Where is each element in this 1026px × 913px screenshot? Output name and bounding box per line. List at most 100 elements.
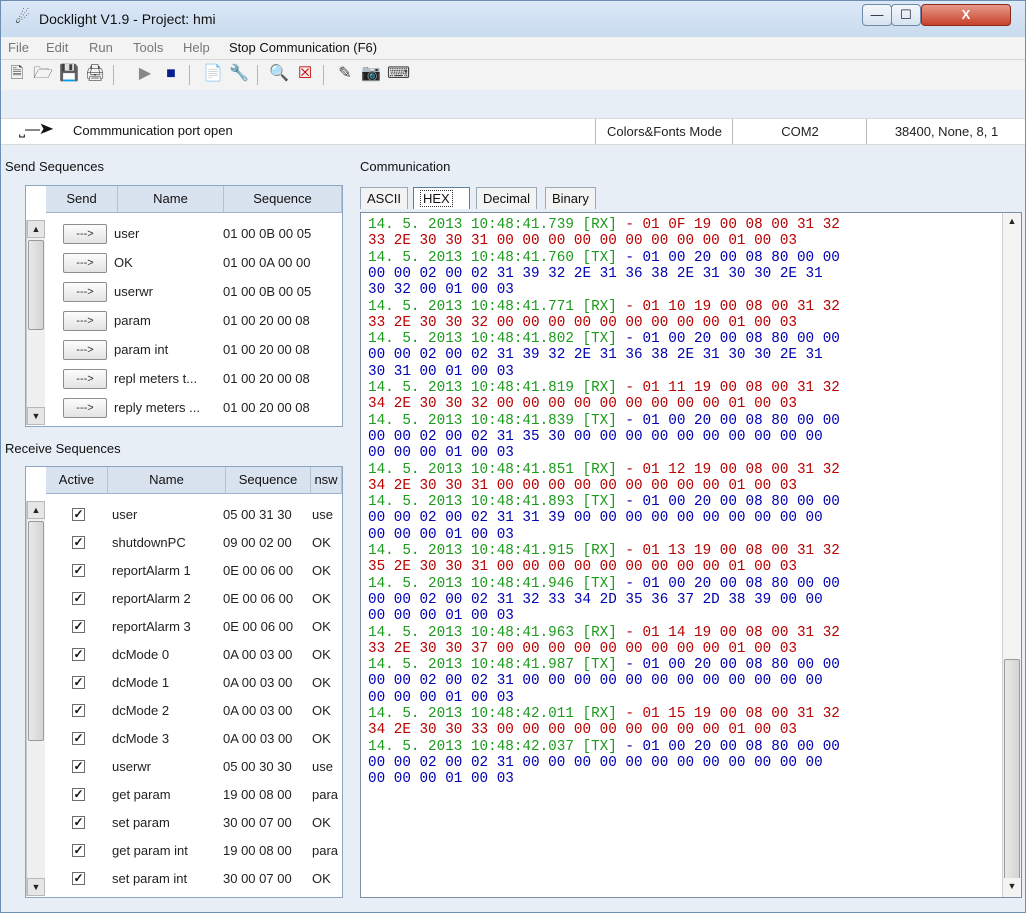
tab-ascii[interactable]: ASCII <box>360 187 408 209</box>
clear-icon[interactable]: ☒ <box>295 64 315 84</box>
edit-icon[interactable]: ✎ <box>335 64 355 84</box>
receive-sequence-value: 30 00 07 00 <box>223 815 292 830</box>
log-line: 00 00 00 01 00 03 <box>368 689 514 706</box>
send-button[interactable]: ---> <box>63 340 107 360</box>
menu-tools[interactable]: Tools <box>133 40 163 55</box>
log-timestamp: 14. 5. 2013 10:48:41.963 [RX] <box>368 624 617 641</box>
receive-sequence-name: dcMode 1 <box>112 675 170 690</box>
wrench-icon[interactable]: 🔧 <box>229 64 249 84</box>
log-line: 00 00 00 01 00 03 <box>368 445 514 462</box>
new-file-icon[interactable]: 🗎 <box>7 64 27 84</box>
menu-run[interactable]: Run <box>89 40 113 55</box>
active-column-header[interactable]: Active <box>46 467 108 494</box>
answer-column-header[interactable]: nsw <box>311 467 342 494</box>
hex-communication-log[interactable]: 14. 5. 2013 10:48:41.739 [RX] - 01 0F 19… <box>360 212 1022 898</box>
log-line: 14. 5. 2013 10:48:41.946 [TX] - 01 00 20… <box>368 576 840 592</box>
receive-answer: OK <box>312 675 331 690</box>
minimize-button[interactable]: — <box>862 4 892 26</box>
active-checkbox[interactable]: ✓ <box>72 704 85 717</box>
send-column-header[interactable]: Send <box>46 186 118 213</box>
docklight-app-icon[interactable]: ☄ <box>15 9 33 27</box>
receive-sequence-row: ✓ reportAlarm 3 0E 00 06 00 OK <box>26 613 341 641</box>
receive-sequence-name: shutdownPC <box>112 535 186 550</box>
maximize-button[interactable]: ☐ <box>891 4 921 26</box>
sequence-column-header[interactable]: Sequence <box>224 186 342 213</box>
send-sequence-name: user <box>114 226 140 241</box>
keyboard-icon[interactable]: ⌨ <box>387 64 410 84</box>
stop-icon[interactable]: ■ <box>161 64 181 84</box>
log-line: 34 2E 30 30 32 00 00 00 00 00 00 00 00 0… <box>368 396 797 413</box>
name-column-header[interactable]: Name <box>118 186 224 213</box>
receive-sequence-row: ✓ get param int 19 00 08 00 para <box>26 837 341 865</box>
binoculars-icon[interactable]: 🔍 <box>269 64 289 84</box>
log-line: 34 2E 30 30 33 00 00 00 00 00 00 00 00 0… <box>368 722 797 739</box>
send-button[interactable]: ---> <box>63 282 107 302</box>
active-checkbox[interactable]: ✓ <box>72 508 85 521</box>
connection-status: Commmunication port open <box>73 123 233 138</box>
active-checkbox[interactable]: ✓ <box>72 536 85 549</box>
send-button[interactable]: ---> <box>63 253 107 273</box>
active-checkbox[interactable]: ✓ <box>72 592 85 605</box>
log-line: 00 00 00 01 00 03 <box>368 526 514 543</box>
name-column-header[interactable]: Name <box>108 467 226 494</box>
active-checkbox[interactable]: ✓ <box>72 676 85 689</box>
menu-file[interactable]: File <box>8 40 29 55</box>
receive-sequence-name: dcMode 3 <box>112 731 170 746</box>
active-checkbox[interactable]: ✓ <box>72 760 85 773</box>
tab-binary[interactable]: Binary <box>545 187 596 209</box>
log-scrollbar[interactable]: ▲ ▼ <box>1002 213 1021 897</box>
send-button[interactable]: ---> <box>63 224 107 244</box>
log-line: 33 2E 30 30 37 00 00 00 00 00 00 00 00 0… <box>368 640 797 657</box>
tab-decimal[interactable]: Decimal <box>476 187 537 209</box>
active-checkbox[interactable]: ✓ <box>72 732 85 745</box>
send-sequence-value: 01 00 20 00 08 <box>223 342 310 357</box>
log-line: 00 00 02 00 02 31 00 00 00 00 00 00 00 0… <box>368 754 823 771</box>
scroll-up-arrow[interactable]: ▲ <box>1003 213 1021 231</box>
active-checkbox[interactable]: ✓ <box>72 564 85 577</box>
active-checkbox[interactable]: ✓ <box>72 620 85 633</box>
send-button[interactable]: ---> <box>63 398 107 418</box>
open-folder-icon[interactable]: 🗁 <box>33 64 53 84</box>
camera-icon[interactable]: 📷 <box>361 64 381 84</box>
log-line: 14. 5. 2013 10:48:41.739 [RX] - 01 0F 19… <box>368 217 840 233</box>
receive-sequence-value: 19 00 08 00 <box>223 787 292 802</box>
log-timestamp: 14. 5. 2013 10:48:41.987 [TX] <box>368 657 617 674</box>
communication-label: Communication <box>360 159 451 174</box>
active-checkbox[interactable]: ✓ <box>72 872 85 885</box>
send-sequence-value: 01 00 20 00 08 <box>223 313 310 328</box>
log-timestamp: 14. 5. 2013 10:48:41.851 [RX] <box>368 461 617 478</box>
print-icon[interactable]: 🖨 <box>85 64 105 84</box>
active-checkbox[interactable]: ✓ <box>72 844 85 857</box>
log-line: 14. 5. 2013 10:48:41.819 [RX] - 01 11 19… <box>368 380 840 396</box>
save-icon[interactable]: 💾 <box>59 64 79 84</box>
send-sequence-row: ---> param 01 00 20 00 08 <box>26 307 341 335</box>
log-line: 14. 5. 2013 10:48:41.802 [TX] - 01 00 20… <box>368 331 840 347</box>
active-checkbox[interactable]: ✓ <box>72 648 85 661</box>
log-bytes: - 01 00 20 00 08 80 00 00 <box>616 412 840 429</box>
log-line: 14. 5. 2013 10:48:41.963 [RX] - 01 14 19… <box>368 625 840 641</box>
play-icon[interactable]: ▶ <box>135 64 155 84</box>
receive-sequence-value: 09 00 02 00 <box>223 535 292 550</box>
menu-help[interactable]: Help <box>183 40 210 55</box>
scroll-thumb[interactable] <box>1004 659 1020 881</box>
active-checkbox[interactable]: ✓ <box>72 816 85 829</box>
properties-icon[interactable]: 📄 <box>203 64 223 84</box>
receive-sequence-value: 0E 00 06 00 <box>223 619 294 634</box>
receive-sequence-name: set param int <box>112 871 188 886</box>
receive-sequence-value: 0E 00 06 00 <box>223 563 294 578</box>
menu-stop-communication[interactable]: Stop Communication (F6) <box>229 40 377 55</box>
send-button[interactable]: ---> <box>63 369 107 389</box>
send-button[interactable]: ---> <box>63 311 107 331</box>
colors-fonts-mode: Colors&Fonts Mode <box>595 119 733 144</box>
sequence-column-header[interactable]: Sequence <box>226 467 311 494</box>
log-bytes: - 01 00 20 00 08 80 00 00 <box>616 249 840 266</box>
active-checkbox[interactable]: ✓ <box>72 788 85 801</box>
scroll-down-arrow[interactable]: ▼ <box>1003 878 1021 896</box>
window-title: Docklight V1.9 - Project: hmi <box>39 11 216 27</box>
receive-sequence-row: ✓ dcMode 1 0A 00 03 00 OK <box>26 669 341 697</box>
menu-edit[interactable]: Edit <box>46 40 68 55</box>
receive-answer: OK <box>312 563 331 578</box>
close-button[interactable]: X <box>921 4 1011 26</box>
receive-answer: OK <box>312 535 331 550</box>
tab-hex[interactable]: HEX <box>413 187 470 209</box>
